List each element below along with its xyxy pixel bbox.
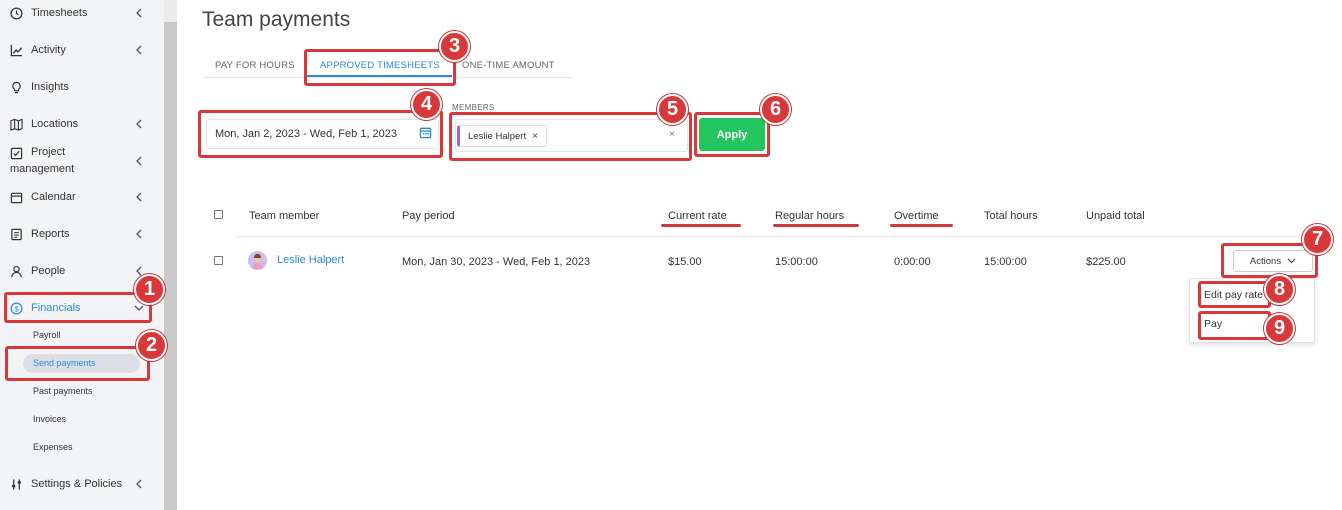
column-total-hours[interactable]: Total hours [984,210,1038,222]
current-rate-cell: $15.00 [668,256,702,268]
sidebar-sub-invoices[interactable]: Invoices [33,414,66,424]
annotation-box-edit-pay-rate [1198,281,1271,308]
calendar-icon [9,190,23,204]
sidebar-item-settings-policies[interactable]: Settings & Policies [0,469,164,499]
checkbox-icon [9,146,23,160]
annotation-box-date [198,110,443,158]
sidebar-item-activity[interactable]: Activity [0,35,164,65]
members-label: MEMBERS [452,103,495,112]
sidebar-item-reports[interactable]: Reports [0,219,164,249]
annotation-badge: 2 [136,330,167,361]
annotation-badge: 5 [657,94,688,125]
sidebar-item-project-management[interactable]: Project management [0,146,164,176]
column-team-member[interactable]: Team member [249,210,319,222]
report-icon [9,227,23,241]
annotation-box-apply [694,112,770,157]
sidebar-item-label: Locations [31,118,79,130]
chevron-left-icon [134,45,144,55]
annotation-underline [661,224,741,227]
annotation-box-send-payments [5,346,150,381]
sliders-icon [9,477,23,491]
tab-one-time-amount[interactable]: ONE-TIME AMOUNT [462,60,555,71]
sidebar-scrollbar[interactable] [164,22,177,510]
annotation-badge: 1 [134,274,165,305]
sidebar-item-label: Settings & Policies [31,478,123,490]
annotation-box-actions [1221,243,1318,278]
annotation-underline [890,224,953,227]
chart-line-icon [9,43,23,57]
chevron-left-icon [134,8,144,18]
column-overtime[interactable]: Overtime [894,210,939,222]
chevron-left-icon [134,229,144,239]
sidebar-item-label: Calendar [31,191,76,203]
overtime-cell: 0:00:00 [894,256,931,268]
chevron-left-icon [134,119,144,129]
total-hours-cell: 15:00:00 [984,256,1027,268]
annotation-badge: 7 [1302,224,1333,255]
row-checkbox[interactable] [214,256,223,265]
sidebar-item-label: People [31,265,66,277]
table-divider [236,236,1316,237]
sidebar-item-label: Reports [31,228,70,240]
page-title: Team payments [202,8,351,31]
clock-icon [9,6,23,20]
team-member-link[interactable]: Leslie Halpert [277,254,344,266]
sidebar-item-label: Timesheets [31,7,88,19]
annotation-badge: 6 [760,94,791,125]
sidebar-item-label-line2: management [10,163,75,175]
sidebar-item-label: Project [31,146,66,158]
sidebar-item-timesheets[interactable]: Timesheets [0,0,164,28]
sidebar-sub-expenses[interactable]: Expenses [33,442,73,452]
chevron-left-icon [134,479,144,489]
annotation-box-members [449,112,692,161]
annotation-underline [773,224,859,227]
regular-hours-cell: 15:00:00 [775,256,818,268]
sidebar-item-label: Insights [31,81,69,93]
select-all-checkbox[interactable] [214,210,223,219]
sidebar-item-locations[interactable]: Locations [0,109,164,139]
sidebar-item-calendar[interactable]: Calendar [0,182,164,212]
sidebar-item-insights[interactable]: Insights [0,72,164,102]
chevron-left-icon [134,156,144,166]
lightbulb-icon [9,80,23,94]
person-icon [9,264,23,278]
column-pay-period[interactable]: Pay period [402,210,455,222]
unpaid-total-cell: $225.00 [1086,256,1126,268]
sidebar-sub-payroll[interactable]: Payroll [33,330,61,340]
annotation-badge: 9 [1264,313,1295,344]
map-icon [9,117,23,131]
annotation-badge: 8 [1264,274,1295,305]
avatar [248,251,267,270]
annotation-box-financials [4,292,152,323]
tab-pay-for-hours[interactable]: PAY FOR HOURS [215,60,295,71]
annotation-badge: 3 [439,31,470,62]
column-unpaid-total[interactable]: Unpaid total [1086,210,1145,222]
chevron-left-icon [134,192,144,202]
pay-period-cell: Mon, Jan 30, 2023 - Wed, Feb 1, 2023 [402,256,591,268]
column-current-rate[interactable]: Current rate [668,210,727,222]
column-regular-hours[interactable]: Regular hours [775,210,844,222]
sidebar-item-label: Activity [31,44,66,56]
annotation-badge: 4 [411,89,442,120]
sidebar-sub-past-payments[interactable]: Past payments [33,386,93,396]
annotation-box-tab [304,49,456,86]
annotation-box-pay [1198,311,1271,340]
